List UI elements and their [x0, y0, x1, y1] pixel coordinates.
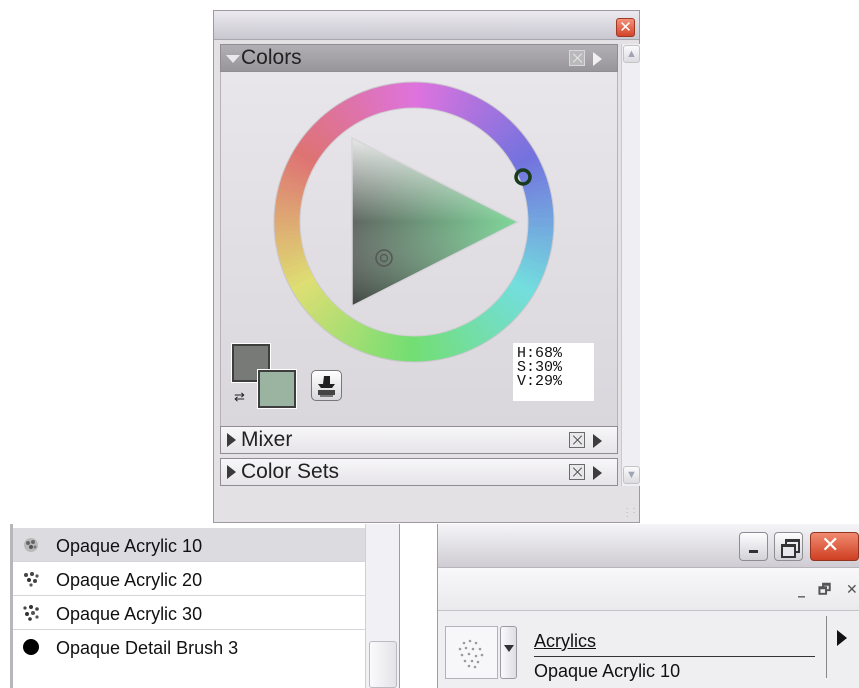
minimize-icon[interactable]: _ — [798, 583, 805, 597]
collapse-triangle-icon[interactable] — [226, 55, 240, 63]
restore-icon[interactable] — [774, 532, 803, 561]
colors-section-header[interactable]: Colors — [220, 44, 618, 72]
category-divider — [534, 656, 815, 657]
brush-dab-icon — [22, 604, 40, 622]
section-menu-icon[interactable] — [593, 434, 602, 448]
list-item[interactable]: Opaque Acrylic 30 — [13, 596, 365, 630]
list-item-label: Opaque Detail Brush 3 — [56, 638, 239, 658]
scroll-down-icon[interactable]: ▼ — [623, 466, 640, 484]
section-close-icon[interactable] — [569, 50, 585, 66]
list-item-label: Opaque Acrylic 10 — [56, 536, 203, 556]
mixer-section-title: Mixer — [241, 428, 293, 451]
saturation-value-triangle[interactable] — [351, 136, 520, 308]
list-scrollbar-thumb[interactable] — [369, 641, 397, 688]
scroll-up-icon[interactable]: ▲ — [623, 45, 640, 63]
selector-menu-icon[interactable] — [837, 630, 847, 646]
list-item[interactable]: Opaque Acrylic 20 — [13, 562, 365, 596]
minimize-icon[interactable] — [739, 532, 768, 561]
panel-titlebar[interactable]: ✕ — [214, 11, 639, 40]
brush-variant-label[interactable]: Opaque Acrylic 10 — [534, 661, 680, 682]
window-gap — [401, 524, 437, 688]
brush-category-label[interactable]: Acrylics — [534, 631, 596, 652]
color-wheel[interactable] — [272, 80, 556, 364]
swap-colors-icon[interactable]: ⇄ — [234, 389, 250, 405]
colors-section-title: Colors — [241, 46, 302, 69]
section-menu-icon[interactable] — [593, 466, 602, 480]
brush-dab-icon — [22, 570, 40, 588]
close-icon[interactable]: ✕ — [810, 532, 859, 561]
panel-scrollbar[interactable]: ▲ ▼ — [621, 44, 640, 486]
color-sets-section-title: Color Sets — [241, 460, 340, 483]
color-sets-section-header[interactable]: Color Sets — [220, 458, 618, 486]
section-close-icon[interactable] — [569, 432, 585, 448]
value-value: V:29% — [517, 373, 563, 390]
toolbar-divider — [826, 616, 827, 678]
list-item-label: Opaque Acrylic 30 — [56, 604, 203, 624]
brush-dropdown-button[interactable] — [500, 626, 517, 679]
hsv-readout: H:68% S:30% V:29% — [513, 343, 594, 401]
round-dab-icon — [22, 638, 40, 656]
mixer-section-header[interactable]: Mixer — [220, 426, 618, 454]
list-item[interactable]: Opaque Acrylic 10 — [13, 528, 365, 562]
close-icon[interactable]: ✕ — [846, 583, 858, 597]
list-item[interactable]: Opaque Detail Brush 3 — [13, 630, 365, 664]
close-icon[interactable]: ✕ — [616, 18, 635, 37]
restore-icon[interactable]: 🗗 — [818, 583, 831, 597]
section-menu-icon[interactable] — [593, 52, 602, 66]
chevron-down-icon — [504, 645, 514, 652]
resize-grip-icon[interactable]: . .. . . — [626, 502, 638, 519]
section-close-icon[interactable] — [569, 464, 585, 480]
document-menubar — [438, 568, 859, 611]
additional-color-swatch[interactable] — [257, 369, 297, 409]
expand-triangle-icon[interactable] — [227, 433, 236, 447]
clone-color-stamp-icon[interactable] — [311, 370, 342, 401]
list-item-label: Opaque Acrylic 20 — [56, 570, 203, 590]
brush-preview-icon[interactable] — [445, 626, 498, 679]
brush-dab-icon — [22, 536, 40, 554]
expand-triangle-icon[interactable] — [227, 465, 236, 479]
